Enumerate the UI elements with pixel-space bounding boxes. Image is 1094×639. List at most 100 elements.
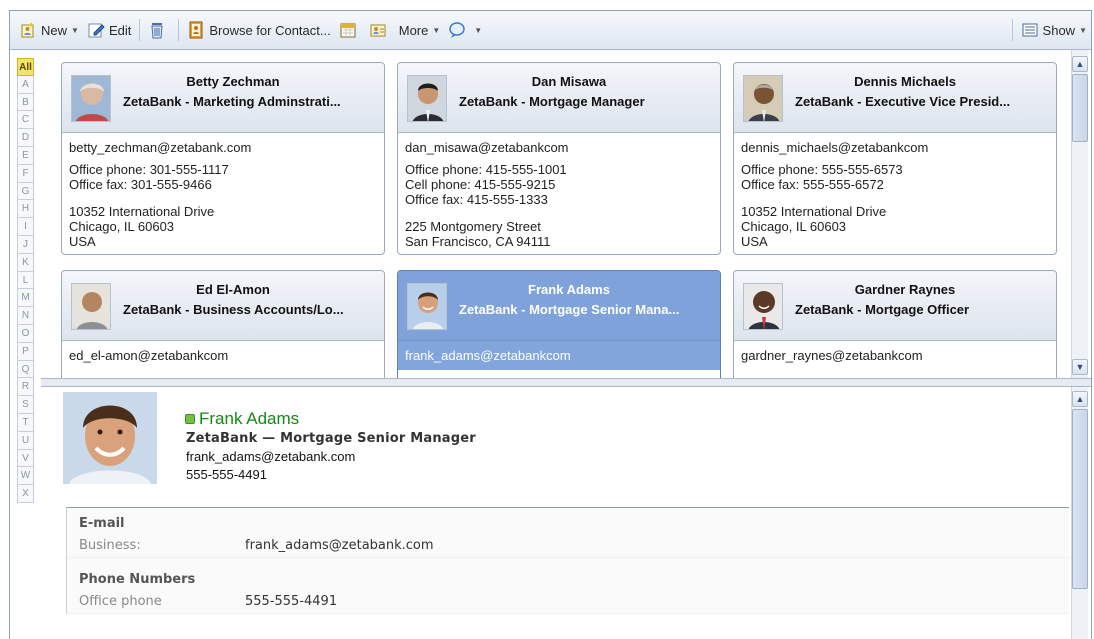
contact-card[interactable]: Dennis Michaels ZetaBank - Executive Vic…	[733, 62, 1057, 255]
alpha-index-letter[interactable]: H	[17, 200, 34, 219]
new-contact-icon	[19, 21, 37, 39]
more-label: More	[398, 22, 429, 38]
chevron-down-icon[interactable]: ▼	[1079, 26, 1087, 35]
card-header: Ed El-Amon ZetaBank - Business Accounts/…	[62, 271, 384, 341]
phone-row-label: Office phone	[79, 594, 162, 609]
contact-detail-pane: Frank Adams ZetaBank — Mortgage Senior M…	[41, 387, 1071, 639]
alpha-index-letter[interactable]: F	[17, 164, 34, 183]
alpha-index-letter[interactable]: T	[17, 413, 34, 432]
card-address-line: Chicago, IL 60603	[69, 219, 175, 234]
scroll-up-icon[interactable]: ▲	[1072, 391, 1088, 407]
browse-for-contact-button[interactable]: Browse for Contact...	[183, 17, 334, 43]
alpha-index-letter[interactable]: A	[17, 75, 34, 94]
alpha-index-letter[interactable]: U	[17, 431, 34, 450]
alpha-index-letter[interactable]: P	[17, 342, 34, 361]
alpha-index-letter[interactable]: N	[17, 307, 34, 325]
contact-card[interactable]: Betty Zechman ZetaBank - Marketing Admin…	[61, 62, 385, 255]
alpha-index-letter[interactable]: E	[17, 146, 34, 165]
scrollbar-thumb[interactable]	[1072, 409, 1088, 589]
alpha-index-letter[interactable]: J	[17, 235, 34, 254]
email-row-label: Business:	[79, 538, 141, 553]
alpha-index-letter[interactable]: O	[17, 324, 34, 343]
contact-card[interactable]: Ed El-Amon ZetaBank - Business Accounts/…	[61, 270, 385, 378]
card-phone-line: Office phone: 301-555-1117	[69, 162, 229, 177]
chevron-down-icon[interactable]: ▼	[71, 26, 79, 35]
scroll-up-icon[interactable]: ▲	[1072, 56, 1088, 72]
calendar-icon	[339, 21, 357, 39]
card-email: gardner_raynes@zetabankcom	[741, 348, 923, 363]
card-phone-line: Office fax: 415-555-1333	[405, 192, 548, 207]
delete-button[interactable]	[144, 17, 174, 43]
card-address: 225 Montgomery Street San Francisco, CA …	[405, 219, 713, 249]
chat-bubble-icon	[448, 21, 466, 39]
alpha-index-all[interactable]: All	[17, 58, 34, 76]
card-email: frank_adams@zetabankcom	[405, 348, 571, 363]
cards-scrollbar[interactable]: ▲ ▼	[1071, 50, 1088, 378]
alpha-index-letter[interactable]: R	[17, 378, 34, 397]
show-label: Show	[1042, 22, 1076, 38]
alpha-index-letter[interactable]: I	[17, 218, 34, 236]
contact-card[interactable]: Gardner Raynes ZetaBank - Mortgage Offic…	[733, 270, 1057, 378]
alpha-index-letter[interactable]: M	[17, 289, 34, 308]
card-body: ed_el-amon@zetabankcom	[62, 341, 384, 370]
chevron-down-icon[interactable]: ▼	[432, 26, 440, 35]
detail-scrollbar[interactable]: ▲	[1071, 387, 1088, 639]
toolbar: New ▼ Edit Browse for Contact... More ▼ …	[10, 11, 1091, 50]
phone-row: Office phone 555-555-4491	[67, 590, 1069, 614]
show-button[interactable]: Show ▼	[1017, 17, 1091, 43]
card-phone-line: Office fax: 301-555-9466	[69, 177, 212, 192]
alpha-index-letter[interactable]: D	[17, 129, 34, 147]
phone-row-value: 555-555-4491	[245, 594, 338, 609]
new-button[interactable]: New ▼	[15, 17, 83, 43]
alpha-index-letter[interactable]: V	[17, 449, 34, 468]
detail-email[interactable]: frank_adams@zetabank.com	[186, 449, 355, 464]
card-name: Dennis Michaels	[854, 74, 956, 89]
trash-icon	[148, 21, 166, 39]
card-body: gardner_raynes@zetabankcom	[734, 341, 1056, 370]
card-company: ZetaBank - Marketing Adminstrati...	[123, 94, 341, 109]
chevron-down-icon[interactable]: ▼	[474, 26, 482, 35]
card-address-line: Chicago, IL 60603	[741, 219, 847, 234]
card-phone-line: Cell phone: 415-555-9215	[405, 177, 556, 192]
chat-button[interactable]: ▼	[444, 17, 486, 43]
contact-card[interactable]: Dan Misawa ZetaBank - Mortgage Manager d…	[397, 62, 721, 255]
alpha-index-letter[interactable]: L	[17, 271, 34, 290]
alpha-index-letter[interactable]: S	[17, 396, 34, 414]
alpha-index-letter[interactable]: X	[17, 485, 34, 503]
new-label: New	[41, 22, 68, 38]
pane-splitter[interactable]	[41, 378, 1091, 387]
contact-card-button[interactable]	[365, 17, 395, 43]
alpha-index-letter[interactable]: W	[17, 467, 34, 486]
contact-photo	[63, 392, 157, 484]
alpha-index-letter[interactable]: G	[17, 182, 34, 201]
calendar-button[interactable]	[335, 17, 365, 43]
card-body: frank_adams@zetabankcom	[398, 341, 720, 370]
toolbar-separator	[178, 19, 180, 41]
alpha-index-letter[interactable]: K	[17, 253, 34, 272]
card-email: dennis_michaels@zetabankcom	[741, 140, 929, 155]
email-section-title: E-mail	[79, 516, 125, 531]
alpha-index-letter[interactable]: C	[17, 111, 34, 130]
contact-card-selected[interactable]: Frank Adams ZetaBank - Mortgage Senior M…	[397, 270, 721, 378]
alpha-index-letter[interactable]: Q	[17, 360, 34, 379]
card-company: ZetaBank - Mortgage Manager	[459, 94, 645, 109]
card-header: Frank Adams ZetaBank - Mortgage Senior M…	[398, 271, 720, 341]
edit-button[interactable]: Edit	[83, 17, 135, 43]
card-company: ZetaBank - Mortgage Officer	[795, 302, 970, 317]
scrollbar-thumb[interactable]	[1072, 74, 1088, 142]
card-header: Betty Zechman ZetaBank - Marketing Admin…	[62, 63, 384, 133]
detail-name[interactable]: Frank Adams	[185, 409, 299, 429]
card-body: betty_zechman@zetabank.com Office phone:…	[62, 133, 384, 249]
alpha-index-letter[interactable]: B	[17, 93, 34, 112]
scroll-down-icon[interactable]: ▼	[1072, 359, 1088, 375]
detail-company: ZetaBank — Mortgage Senior Manager	[186, 431, 476, 446]
card-header: Gardner Raynes ZetaBank - Mortgage Offic…	[734, 271, 1056, 341]
card-phone-line: Office fax: 555-555-6572	[741, 177, 884, 192]
more-button[interactable]: More ▼	[395, 17, 445, 43]
email-row-value[interactable]: frank_adams@zetabank.com	[245, 538, 434, 553]
card-phones: Office phone: 415-555-1001 Cell phone: 4…	[405, 162, 713, 219]
card-email: betty_zechman@zetabank.com	[69, 140, 252, 155]
toolbar-separator	[1011, 19, 1013, 41]
card-phone-line: Office phone: 415-555-1001	[405, 162, 567, 177]
contact-cards-area: Betty Zechman ZetaBank - Marketing Admin…	[41, 50, 1071, 378]
